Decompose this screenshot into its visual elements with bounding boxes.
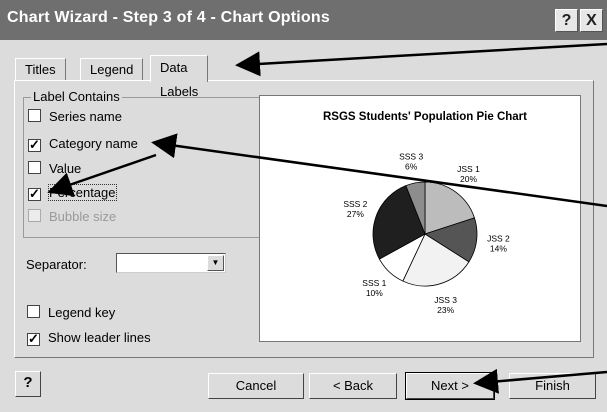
series-name-label: Series name	[49, 109, 122, 124]
dialog-title: Chart Wizard - Step 3 of 4 - Chart Optio…	[7, 9, 330, 26]
category-name-checkbox[interactable]: ✓	[28, 138, 41, 152]
category-name-label: Category name	[49, 136, 138, 151]
percentage-label: Percentage	[48, 184, 117, 201]
chart-preview: RSGS Students' Population Pie Chart JSS …	[259, 95, 581, 342]
series-name-checkbox[interactable]	[28, 109, 41, 122]
label-contains-group: Label Contains Series name ✓ Category nam…	[23, 89, 263, 238]
slice-category-label: SSS 1	[362, 278, 386, 288]
slice-percent-label: 14%	[490, 243, 507, 253]
chevron-down-icon[interactable]: ▼	[207, 255, 224, 271]
bubble-size-label: Bubble size	[49, 209, 117, 224]
bubble-size-checkbox	[28, 209, 41, 222]
label-contains-title: Label Contains	[31, 89, 122, 104]
help-button[interactable]: ?	[15, 371, 41, 397]
value-checkbox[interactable]	[28, 161, 41, 174]
slice-category-label: JSS 1	[457, 164, 480, 174]
finish-button[interactable]: Finish	[509, 373, 596, 399]
slice-percent-label: 23%	[437, 305, 454, 315]
slice-percent-label: 10%	[366, 288, 383, 298]
category-name-option[interactable]: ✓ Category name	[28, 135, 138, 153]
cancel-button[interactable]: Cancel	[208, 373, 304, 399]
separator-dropdown[interactable]: ▼	[116, 253, 226, 273]
slice-category-label: JSS 2	[487, 233, 510, 243]
leader-lines-checkbox[interactable]: ✓	[27, 332, 40, 346]
leader-lines-option[interactable]: ✓ Show leader lines	[27, 329, 151, 347]
legend-key-option[interactable]: Legend key	[27, 304, 115, 322]
percentage-option[interactable]: ✓ Percentage	[28, 184, 117, 202]
bubble-size-option: Bubble size	[28, 208, 116, 226]
arrow-to-data-labels-tab	[235, 42, 607, 77]
slice-category-label: SSS 2	[343, 199, 367, 209]
pie-chart: RSGS Students' Population Pie Chart JSS …	[323, 111, 527, 315]
back-button[interactable]: < Back	[309, 373, 397, 399]
tab-titles[interactable]: Titles	[15, 58, 66, 81]
help-title-button[interactable]: ?	[555, 9, 578, 32]
slice-percent-label: 27%	[347, 209, 364, 219]
value-option[interactable]: Value	[28, 160, 81, 178]
chart-wizard-dialog: Chart Wizard - Step 3 of 4 - Chart Optio…	[0, 0, 607, 412]
next-button[interactable]: Next >	[405, 372, 495, 400]
leader-lines-label: Show leader lines	[48, 330, 151, 345]
chart-title: RSGS Students' Population Pie Chart	[323, 111, 527, 123]
slice-percent-label: 20%	[460, 174, 477, 184]
slice-category-label: JSS 3	[434, 295, 457, 305]
tab-data-labels[interactable]: Data Labels	[150, 55, 209, 99]
legend-key-label: Legend key	[48, 305, 116, 320]
value-label: Value	[49, 161, 82, 176]
close-button[interactable]: X	[580, 9, 603, 32]
title-bar: Chart Wizard - Step 3 of 4 - Chart Optio…	[0, 0, 607, 40]
series-name-option[interactable]: Series name	[28, 108, 122, 126]
tab-legend[interactable]: Legend	[80, 58, 144, 81]
data-labels-panel: Label Contains Series name ✓ Category nam…	[14, 80, 594, 358]
separator-label: Separator:	[26, 257, 87, 272]
slice-category-label: SSS 3	[399, 151, 423, 161]
percentage-checkbox[interactable]: ✓	[28, 187, 41, 201]
legend-key-checkbox[interactable]	[27, 305, 40, 318]
slice-percent-label: 6%	[405, 161, 418, 171]
